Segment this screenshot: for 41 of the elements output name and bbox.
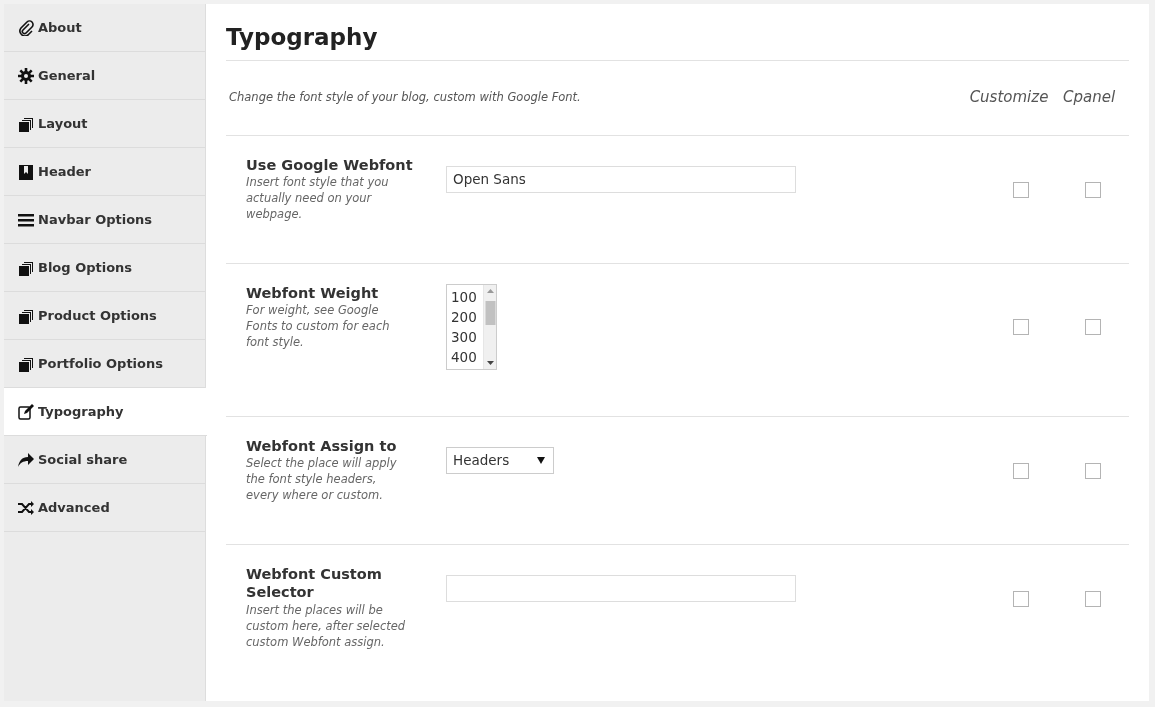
stacked-pages-icon (18, 307, 34, 324)
setting-description: Select the place will apply the font style headers, every where or custom. (246, 455, 398, 504)
checkbox[interactable] (1013, 462, 1029, 479)
stacked-pages-icon (18, 259, 34, 276)
edit-icon (18, 403, 34, 420)
checkbox[interactable] (1085, 318, 1101, 335)
column-header: Customize (969, 87, 1049, 109)
listbox-option[interactable]: 100 (447, 286, 483, 307)
setting-description: Insert font style that you actually need on your webpage. (246, 174, 390, 223)
listbox[interactable]: 100 200 300 400 (446, 283, 497, 370)
checkbox[interactable] (1085, 462, 1101, 479)
stacked-pages-icon (18, 115, 34, 132)
listbox-option[interactable]: 200 (447, 306, 483, 327)
page-title: Typography (226, 24, 1129, 61)
setting-title: Webfont Custom Selector (246, 564, 383, 603)
checkbox[interactable] (1013, 590, 1029, 607)
text-field[interactable] (446, 574, 796, 602)
checkbox[interactable] (1013, 318, 1029, 335)
paperclip-icon (18, 19, 34, 36)
column-header: Cpanel (1061, 87, 1117, 109)
setting-title: Webfont Assign to (246, 436, 398, 456)
checkbox[interactable] (1085, 181, 1101, 198)
bookmark-icon (18, 163, 34, 180)
setting-title: Use Google Webfont (246, 155, 414, 175)
caret-icon (537, 456, 545, 464)
dropdown[interactable]: Headers (446, 446, 554, 474)
share-arrow-icon (18, 451, 34, 468)
setting-description: For weight, see Google Fonts to custom for each font style. (246, 302, 391, 351)
checkbox[interactable] (1013, 181, 1029, 198)
stacked-pages-icon (18, 355, 34, 372)
gear-icon (18, 67, 34, 84)
listbox-option[interactable]: 300 (447, 326, 483, 347)
setting-description: Insert the places will be custom here, after selected custom Webfont assign. (246, 602, 407, 651)
shuffle-icon (18, 499, 34, 516)
listbox-option[interactable]: 400 (447, 346, 483, 367)
description-text: Change the font style of your blog, custom with Google Font. (228, 88, 582, 106)
setting-title: Webfont Weight (246, 283, 380, 303)
checkbox[interactable] (1085, 590, 1101, 607)
sidebar-tab[interactable]: Typography (4, 388, 207, 436)
text-field[interactable]: Open Sans (446, 165, 796, 193)
menu-icon (18, 211, 34, 228)
